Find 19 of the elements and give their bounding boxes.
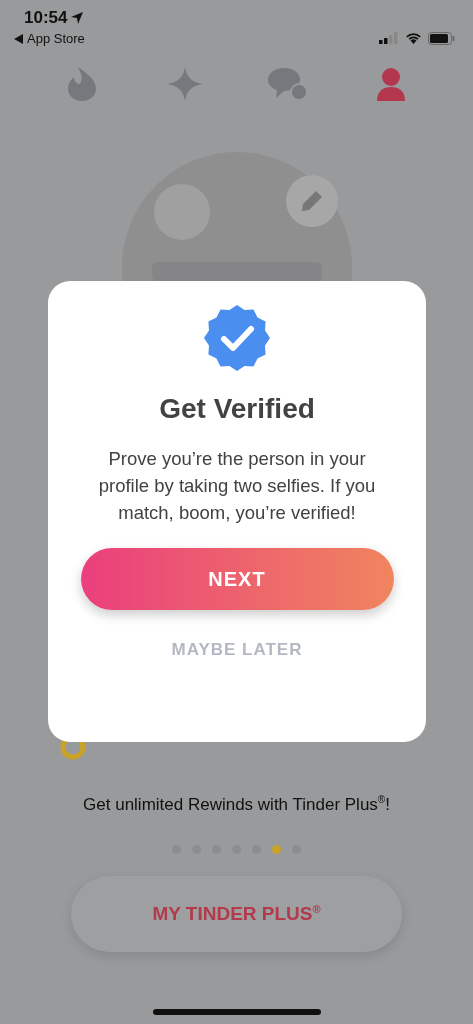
person-icon [377, 67, 406, 101]
signal-icon [379, 32, 399, 44]
wifi-icon [405, 32, 422, 44]
back-link[interactable]: App Store [27, 31, 85, 46]
promo-text: Get unlimited Rewinds with Tinder Plus$^{®}$! [82, 794, 391, 815]
maybe-later-button[interactable]: MAYBE LATER [171, 640, 303, 660]
dialog-message: Prove you’re the person in your profile by taking two selfies. If you match, boom, you’re verified! [97, 447, 377, 525]
location-arrow-icon [71, 12, 84, 24]
status-time: 10:54 [24, 8, 68, 28]
verified-badge-icon [204, 305, 270, 371]
next-button[interactable]: NEXT [80, 548, 394, 610]
pencil-icon [301, 190, 323, 212]
flame-icon [67, 67, 96, 101]
back-icon[interactable] [14, 33, 23, 44]
my-tinder-plus-button[interactable]: MY TINDER PLUS$^{®}$ [71, 876, 402, 952]
page-dot[interactable] [272, 845, 281, 854]
battery-icon [428, 31, 455, 45]
chat-icon [268, 66, 309, 102]
dialog-title: Get Verified [159, 393, 315, 425]
